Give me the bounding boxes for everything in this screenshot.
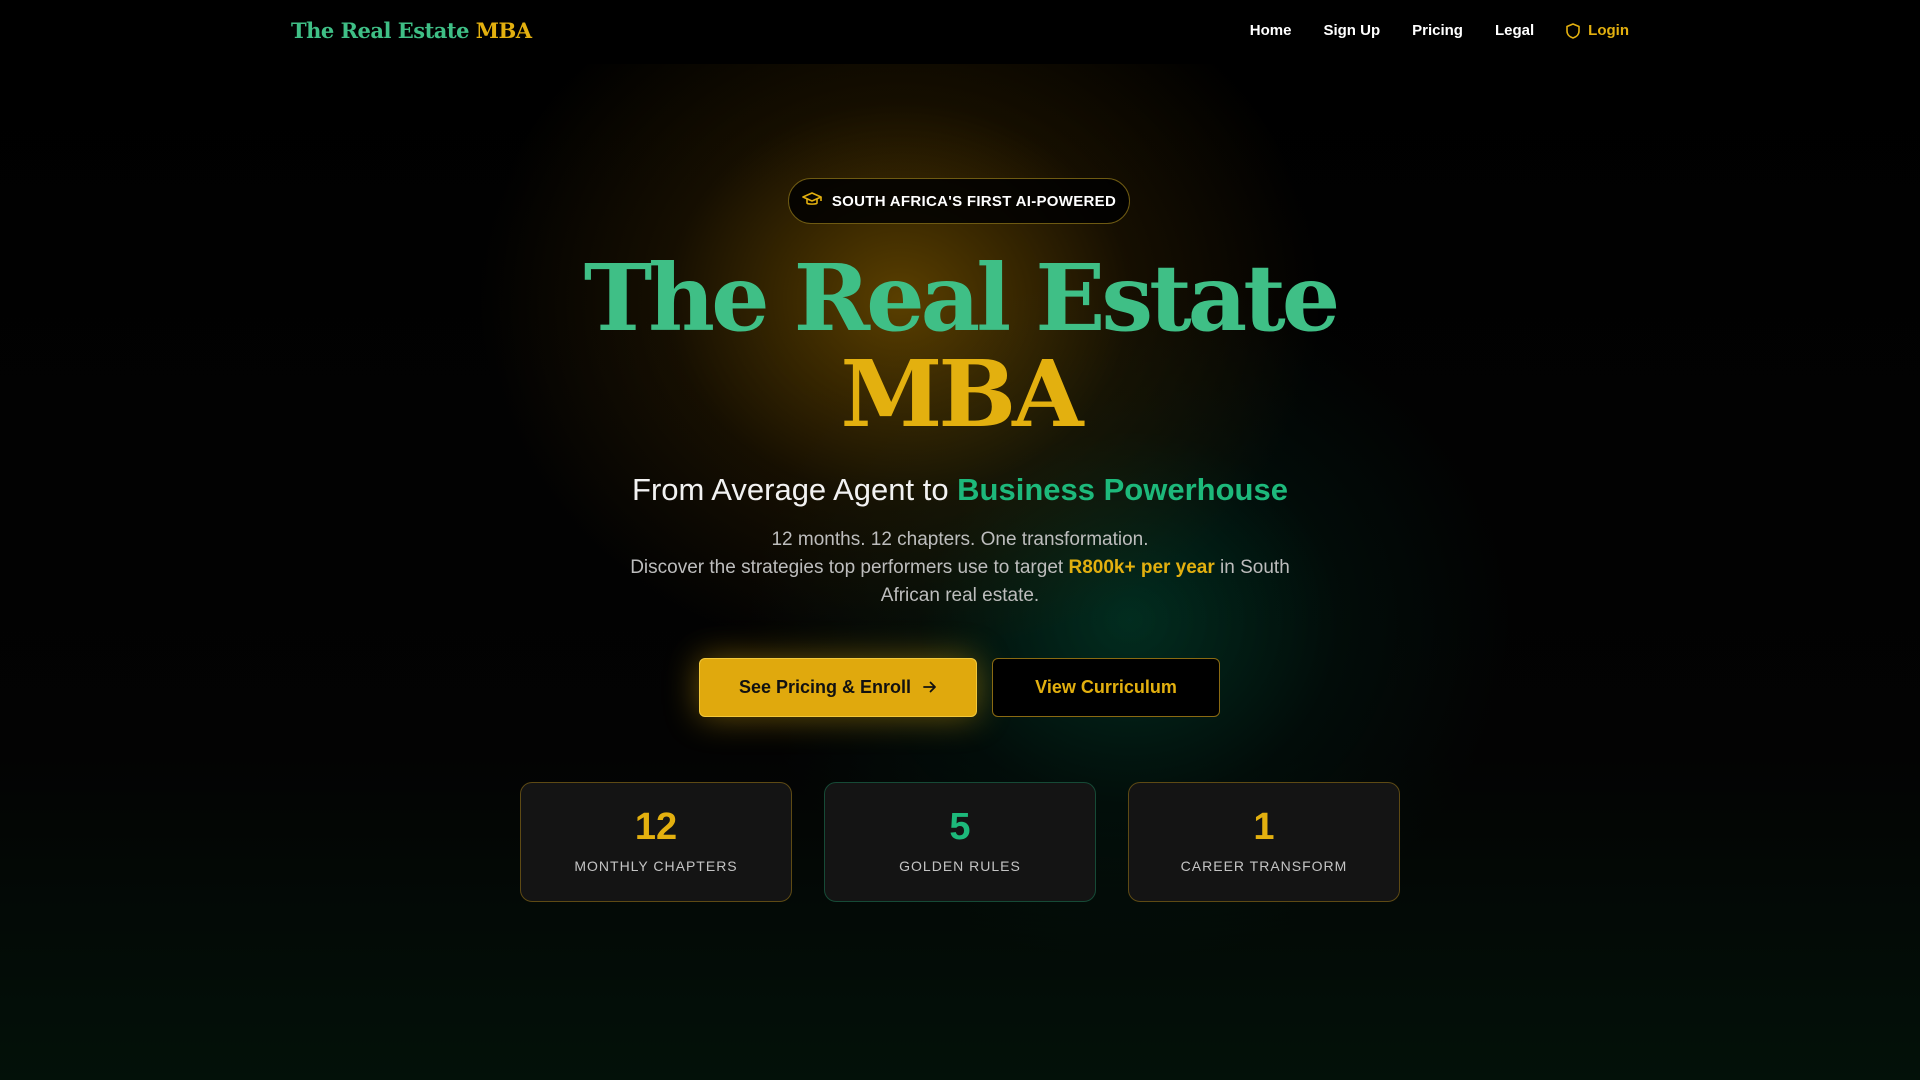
- login-label: Login: [1588, 22, 1629, 39]
- nav-links: Home Sign Up Pricing Legal Login: [1250, 22, 1629, 39]
- stat-card-golden-rules: 5 GOLDEN RULES: [824, 782, 1096, 902]
- see-pricing-enroll-label: See Pricing & Enroll: [738, 677, 912, 697]
- stat-label: MONTHLY CHAPTERS: [574, 858, 738, 874]
- brand-logo[interactable]: The Real Estate MBA: [291, 18, 532, 43]
- hero-description-line1: 12 months. 12 chapters. One transformati…: [771, 529, 1149, 550]
- arrow-right-icon: [923, 677, 937, 698]
- hero-description-prefix: Discover the strategies top performers u…: [630, 557, 1069, 578]
- hero-badge-text: SOUTH AFRICA'S FIRST AI-POWERED: [831, 192, 1117, 210]
- hero-description-highlight: R800k+ per year: [1068, 557, 1215, 578]
- view-curriculum-button[interactable]: View Curriculum: [992, 658, 1220, 717]
- stat-card-career-transform: 1 CAREER TRANSFORM: [1128, 782, 1400, 902]
- top-navigation: The Real Estate MBA Home Sign Up Pricing…: [0, 0, 1920, 64]
- graduation-cap-icon: [802, 191, 822, 211]
- hero-badge: SOUTH AFRICA'S FIRST AI-POWERED: [788, 178, 1130, 224]
- nav-link-sign-up[interactable]: Sign Up: [1323, 22, 1380, 39]
- nav-link-pricing[interactable]: Pricing: [1412, 22, 1463, 39]
- see-pricing-enroll-button[interactable]: See Pricing & Enroll: [699, 658, 977, 717]
- hero-subtitle: From Average Agent to Business Powerhous…: [0, 472, 1920, 508]
- view-curriculum-label: View Curriculum: [1035, 677, 1177, 697]
- hero-subtitle-highlight: Business Powerhouse: [957, 472, 1288, 507]
- hero-description: 12 months. 12 chapters. One transformati…: [610, 526, 1310, 610]
- stat-label: GOLDEN RULES: [899, 858, 1021, 874]
- nav-link-home[interactable]: Home: [1250, 22, 1292, 39]
- shield-icon: [1566, 22, 1580, 39]
- stat-value: 5: [949, 806, 971, 848]
- hero-description-line2: Discover the strategies top performers u…: [610, 554, 1310, 610]
- brand-suffix: MBA: [475, 18, 532, 43]
- login-button[interactable]: Login: [1566, 22, 1629, 39]
- brand-name: The Real Estate: [291, 18, 469, 43]
- stat-label: CAREER TRANSFORM: [1180, 858, 1348, 874]
- nav-link-legal[interactable]: Legal: [1495, 22, 1534, 39]
- stat-value: 1: [1253, 806, 1275, 848]
- hero-title-line2: MBA: [840, 340, 1084, 448]
- hero-title: The Real Estate MBA: [0, 250, 1920, 442]
- stat-value: 12: [634, 806, 678, 848]
- hero-title-line1: The Real Estate: [583, 244, 1341, 352]
- stat-card-monthly-chapters: 12 MONTHLY CHAPTERS: [520, 782, 792, 902]
- hero-subtitle-prefix: From Average Agent to: [632, 472, 958, 507]
